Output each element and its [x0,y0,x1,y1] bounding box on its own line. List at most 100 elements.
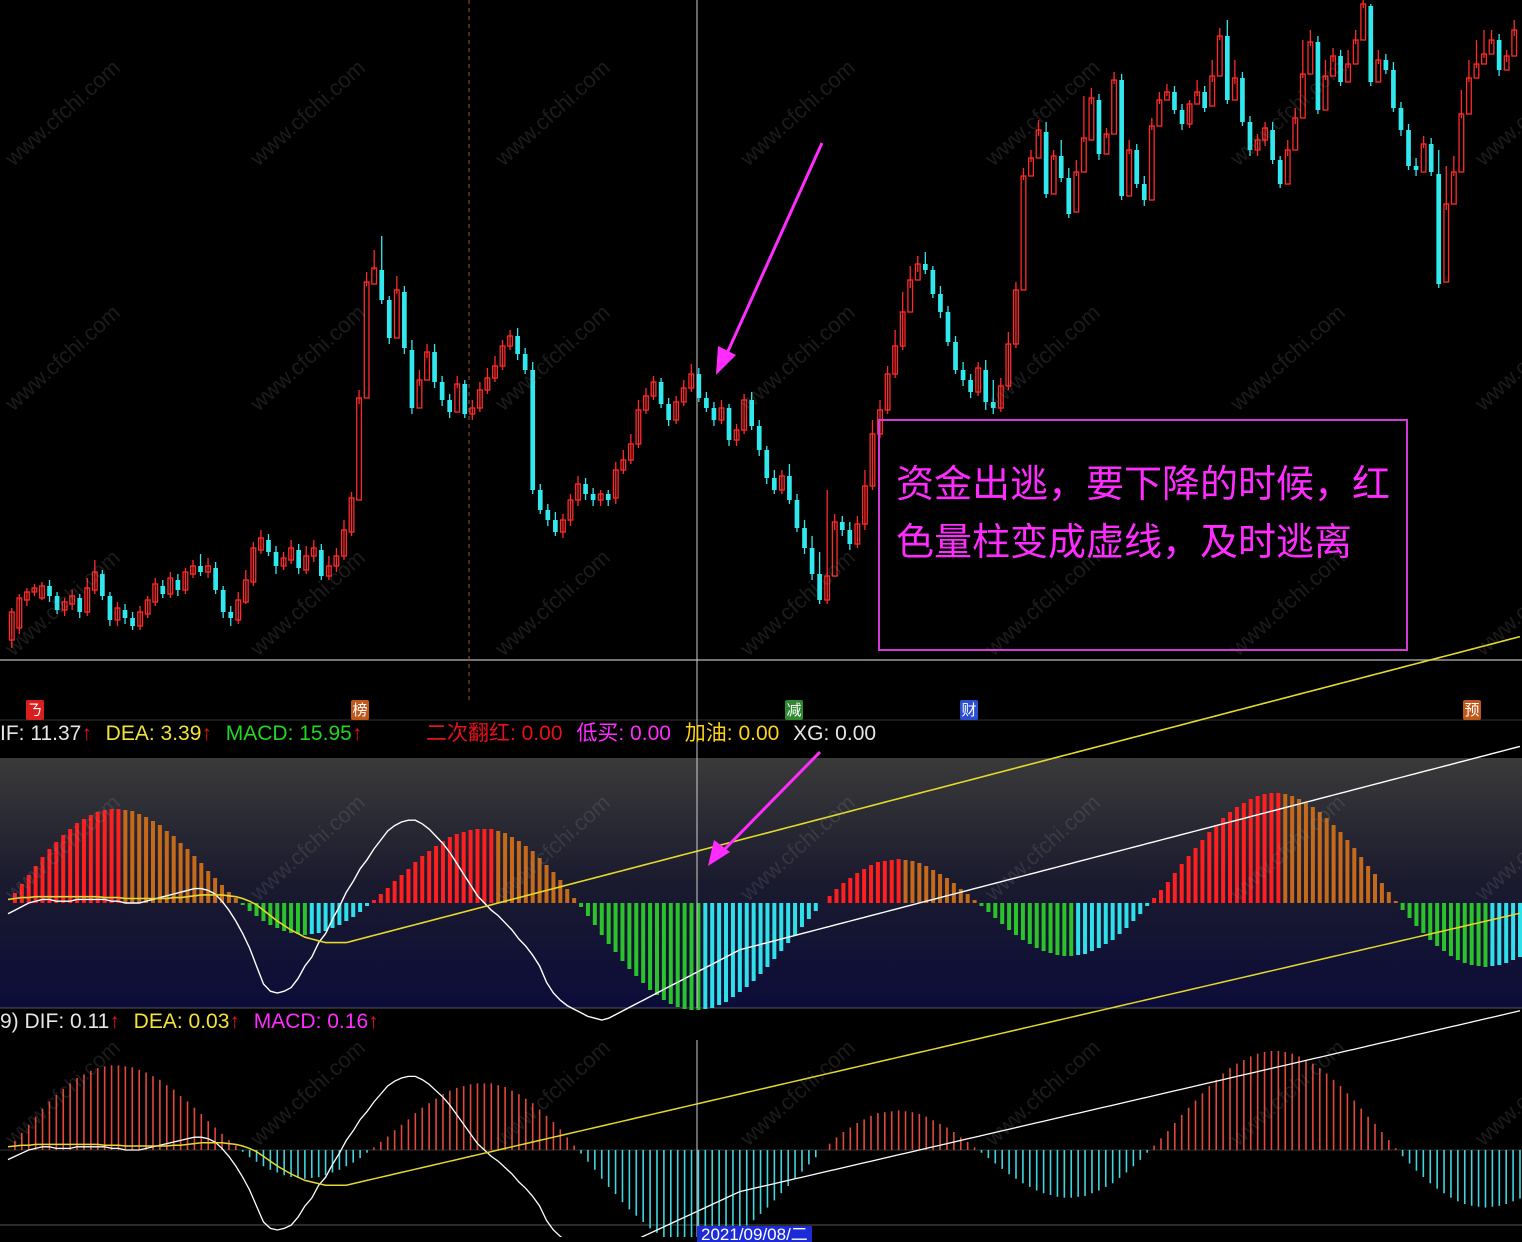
macd2-histogram-bar [842,1132,845,1150]
macd2-histogram-bar [324,1150,327,1176]
macd2-histogram-bar [490,1083,493,1150]
macd1-histogram-bar [648,903,653,990]
macd2-histogram-bar [435,1098,437,1150]
macd2-histogram-bar [1491,1150,1494,1207]
macd1-histogram-bar [717,903,722,1005]
macd1-histogram-bar [454,834,459,903]
macd2-histogram-bar [897,1110,900,1150]
macd1-histogram-bar [178,843,183,903]
macd1-histogram-bar [558,880,563,903]
macd1-histogram-bar [765,903,770,967]
candle-body [922,264,928,270]
macd1-histogram-bar [682,903,687,1009]
macd2-histogram-bar [228,1140,230,1150]
event-tag-bang[interactable]: 榜 [351,700,369,720]
candle-body [1096,100,1102,154]
macd1-histogram-bar [620,903,625,961]
macd1-histogram-bar [910,861,915,903]
candle-body [756,426,762,450]
candle-body [711,408,717,420]
macd1-histogram-bar [979,903,984,906]
macd1-histogram-bar [793,903,798,935]
macd1-histogram-bar [1062,903,1067,956]
event-tag-jian[interactable]: 减 [785,700,803,720]
candle-body [583,484,588,494]
macd2-histogram-bar [483,1083,486,1150]
macd1-histogram-bar [799,903,804,927]
macd2-histogram-bar [739,1150,741,1231]
macd2-histogram-bar [587,1150,589,1162]
macd2-histogram-bar [870,1115,872,1150]
macd2-histogram-bar [980,1150,983,1153]
candle-body [1413,166,1419,170]
macd2-histogram-bar [1077,1150,1079,1197]
candle-body [402,292,407,348]
macd2-histogram-bar [1429,1150,1432,1184]
macd2-histogram-bar [1063,1150,1066,1198]
macd2-histogram-bar [1084,1150,1086,1196]
macd1-histogram-bar [1110,903,1115,940]
macd1-histogram-bar [468,830,473,903]
macd2-histogram-bar [594,1150,596,1170]
event-tag-1[interactable]: ㄋ [26,700,44,720]
macd2-histogram-bar [1436,1150,1438,1189]
macd2-histogram-bar [959,1137,962,1150]
macd2-histogram-bar [1208,1086,1211,1150]
macd2-histogram-bar [1008,1150,1010,1175]
macd2-histogram-bar [1332,1079,1335,1150]
macd1-signal-erci: 二次翻红: 0.00 [426,722,563,745]
macd2-histogram-bar [1125,1150,1128,1173]
macd2-histogram-bar [1118,1150,1121,1178]
event-tag-yu[interactable]: 预 [1463,700,1481,720]
macd1-histogram-bar [1014,903,1018,935]
macd2-histogram-bar [1367,1116,1369,1150]
macd1-histogram-bar [233,898,238,903]
macd1-histogram-bar [199,863,204,903]
macd2-histogram-bar [939,1123,941,1150]
macd1-histogram-bar [806,903,811,919]
macd2-histogram-bar [656,1150,658,1233]
macd1-histogram-bar [737,903,742,992]
macd1-histogram-bar [931,870,936,903]
macd1-histogram-bar [358,903,363,912]
macd1-histogram-bar [965,894,970,903]
macd2-histogram-bar [1167,1131,1169,1150]
macd1-histogram-bar [855,873,860,903]
macd2-histogram-bar [200,1114,203,1150]
macd1-histogram-bar [579,903,584,907]
macd1-histogram-bar [827,896,832,903]
macd1-histogram-bar [1483,903,1488,967]
candle-body [1428,144,1434,172]
macd2-histogram-bar [414,1113,417,1150]
macd2-histogram-bar [828,1143,831,1150]
macd1-histogram-bar [144,817,149,903]
candle-body [930,270,936,294]
candle-body [1406,130,1411,166]
macd1-histogram-bar [627,903,632,969]
macd2-histogram-bar [552,1122,555,1150]
macd1-histogram-bar [164,831,169,903]
macd2-histogram-bar [808,1150,810,1165]
macd2-histogram-bar [973,1147,976,1150]
macd1-histogram-bar [344,903,349,921]
macd1-signal-dimai: 低买: 0.00 [576,722,671,745]
macd1-histogram-bar [1179,864,1184,903]
macd1-macd-label: MACD: 15.95↑ [225,722,363,745]
candle-body [802,528,807,548]
macd2-histogram-bar [904,1111,907,1150]
event-tag-cai[interactable]: 财 [960,700,978,720]
candle-body [515,336,520,354]
macd1-histogram-bar [150,821,155,903]
macd2-legend: 9) DIF: 0.11↑ DEA: 0.03↑ MACD: 0.16↑ [0,1007,387,1037]
macd2-histogram-bar [773,1150,776,1201]
macd2-histogram-bar [794,1150,796,1179]
macd1-histogram-bar [434,846,439,903]
macd1-histogram-bar [1469,903,1474,965]
macd1-histogram-bar [1152,898,1157,903]
macd1-histogram-bar [585,903,590,916]
macd1-histogram-bar [1117,903,1122,934]
macd2-dea-label: DEA: 0.03↑ [133,1010,240,1033]
macd1-histogram-bar [1462,903,1467,963]
candle-body [553,520,558,532]
macd2-histogram-bar [1346,1093,1349,1150]
